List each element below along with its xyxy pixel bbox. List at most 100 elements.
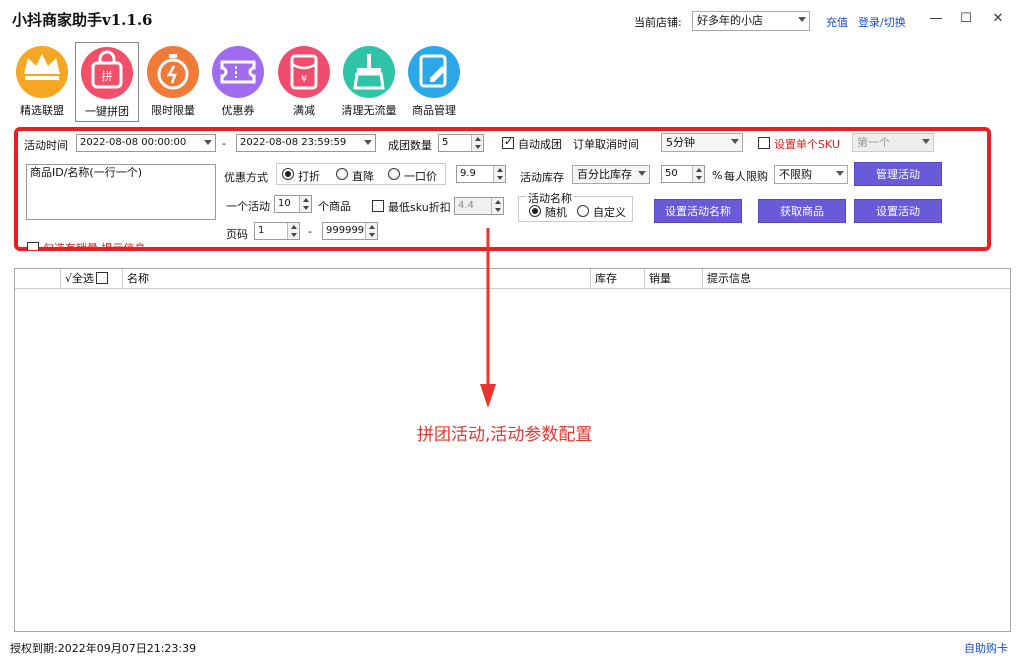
- page-from-stepper[interactable]: 1: [254, 222, 300, 240]
- manage-activity-button[interactable]: 管理活动: [854, 162, 942, 186]
- single-sku-value: 第一个: [857, 136, 890, 149]
- toolbar-button-7[interactable]: 商品管理: [402, 42, 466, 122]
- toolbar-button-6[interactable]: 清理无流量: [337, 42, 401, 122]
- toolbar-label: 一键拼团: [85, 105, 129, 118]
- license-expiry: 授权到期:2022年09月07日21:23:39: [10, 642, 197, 655]
- stepper-arrows-icon[interactable]: [299, 196, 311, 212]
- cancel-time-select[interactable]: 5分钟: [661, 133, 743, 152]
- single-sku-select[interactable]: 第一个: [852, 133, 934, 152]
- start-time-picker[interactable]: 2022-08-08 00:00:00: [76, 134, 216, 152]
- toolbar-label: 满减: [293, 104, 315, 117]
- chevron-down-icon: [638, 171, 646, 176]
- annotation-text: 拼团活动,活动参数配置: [417, 425, 593, 445]
- toolbar-button-2[interactable]: 拼一键拼团: [75, 42, 139, 122]
- discount-type-label: 优惠方式: [224, 171, 268, 184]
- calendar-dropdown-icon: [204, 140, 212, 145]
- name-radio-custom[interactable]: [577, 205, 589, 217]
- annotation-arrow-icon: [480, 228, 496, 408]
- maximize-icon[interactable]: ☐: [956, 9, 976, 29]
- group-count-label: 成团数量: [388, 139, 432, 152]
- col-sales: 销量: [645, 269, 703, 289]
- stepper-arrows-icon[interactable]: [692, 166, 704, 182]
- discount-radio-percent[interactable]: [282, 168, 294, 180]
- get-products-button[interactable]: 获取商品: [758, 199, 846, 223]
- product-table[interactable]: √全选 名称 库存 销量 提示信息: [14, 268, 1011, 632]
- toolbar-button-3[interactable]: 限时限量: [141, 42, 205, 122]
- red-envelope-icon: ¥: [278, 46, 330, 98]
- edit-icon: [408, 46, 460, 98]
- stock-pct-stepper[interactable]: 50: [661, 165, 705, 183]
- col-select-all[interactable]: √全选: [61, 269, 123, 289]
- toolbar-label: 商品管理: [412, 104, 456, 117]
- store-value: 好多年的小店: [697, 14, 763, 27]
- name-radio-random[interactable]: [529, 205, 541, 217]
- single-sku-label: 设置单个SKU: [774, 138, 840, 151]
- discount-radio-direct[interactable]: [336, 168, 348, 180]
- per-activity-stepper[interactable]: 10: [274, 195, 312, 213]
- stock-pct-value: 50: [665, 168, 678, 179]
- min-sku-value: 4.4: [458, 200, 474, 211]
- toolbar-button-1[interactable]: 精选联盟: [10, 42, 74, 122]
- select-all-checkbox[interactable]: [96, 272, 109, 284]
- name-opt2-label: 自定义: [593, 206, 626, 219]
- stepper-arrows-icon[interactable]: [471, 135, 483, 151]
- end-time-picker[interactable]: 2022-08-08 23:59:59: [236, 134, 376, 152]
- app-title: 小抖商家助手v1.1.6: [12, 11, 153, 29]
- single-sku-checkbox[interactable]: [758, 137, 770, 149]
- min-sku-checkbox[interactable]: [372, 200, 384, 212]
- stepper-arrows-icon[interactable]: [491, 198, 503, 214]
- broom-icon: [343, 46, 395, 98]
- chevron-down-icon: [731, 139, 739, 144]
- group-count-stepper[interactable]: 5: [438, 134, 484, 152]
- limit-label: 每人限购: [724, 170, 768, 183]
- cancel-time-value: 5分钟: [666, 136, 695, 149]
- set-activity-name-button[interactable]: 设置活动名称: [654, 199, 742, 223]
- chevron-down-icon: [922, 139, 930, 144]
- group-count-value: 5: [442, 137, 449, 148]
- product-id-input[interactable]: 商品ID/名称(一行一个): [26, 164, 216, 220]
- discount-radio-fixed[interactable]: [388, 168, 400, 180]
- discount-value: 9.9: [460, 168, 476, 179]
- login-link[interactable]: 登录/切换: [858, 14, 906, 30]
- limit-select[interactable]: 不限购: [774, 165, 848, 184]
- min-sku-stepper[interactable]: 4.4: [454, 197, 504, 215]
- stepper-arrows-icon[interactable]: [287, 223, 299, 239]
- min-sku-label: 最低sku折扣: [388, 201, 451, 214]
- recharge-link[interactable]: 充值: [826, 14, 848, 30]
- stock-value: 百分比库存: [577, 168, 632, 181]
- minimize-icon[interactable]: —: [926, 9, 946, 29]
- sales-checkbox[interactable]: [27, 242, 39, 250]
- select-all-label: √全选: [65, 272, 95, 285]
- svg-text:¥: ¥: [301, 74, 307, 85]
- page-from-value: 1: [258, 225, 265, 236]
- page-dash: -: [308, 225, 312, 238]
- limit-value: 不限购: [779, 168, 812, 181]
- crown-icon: [16, 46, 68, 98]
- per-activity-unit: 个商品: [318, 200, 351, 213]
- activity-time-label: 活动时间: [24, 139, 68, 152]
- discount-opt2-label: 直降: [352, 170, 374, 183]
- col-stock: 库存: [591, 269, 645, 289]
- cancel-time-label: 订单取消时间: [573, 138, 639, 151]
- stepper-arrows-icon[interactable]: [493, 166, 505, 182]
- time-dash: -: [222, 137, 226, 150]
- toolbar-button-4[interactable]: 优惠券: [206, 42, 270, 122]
- buy-card-link[interactable]: 自助购卡: [964, 640, 1008, 656]
- discount-value-stepper[interactable]: 9.9: [456, 165, 506, 183]
- page-to-stepper[interactable]: 999999: [322, 222, 378, 240]
- stepper-arrows-icon[interactable]: [365, 223, 377, 239]
- stopwatch-icon: [147, 46, 199, 98]
- calendar-dropdown-icon: [364, 140, 372, 145]
- toolbar-button-5[interactable]: ¥ 满减: [272, 42, 336, 122]
- store-select[interactable]: 好多年的小店: [692, 11, 810, 31]
- name-opt1-label: 随机: [545, 206, 567, 219]
- set-activity-button[interactable]: 设置活动: [854, 199, 942, 223]
- start-time-value: 2022-08-08 00:00:00: [80, 137, 187, 148]
- stock-select[interactable]: 百分比库存: [572, 165, 650, 184]
- pct-sign: %: [712, 169, 723, 182]
- discount-opt1-label: 打折: [298, 170, 320, 183]
- auto-group-label: 自动成团: [518, 138, 562, 151]
- col-tips: 提示信息: [707, 272, 751, 285]
- auto-group-checkbox[interactable]: [502, 135, 514, 149]
- close-icon[interactable]: ✕: [988, 9, 1008, 29]
